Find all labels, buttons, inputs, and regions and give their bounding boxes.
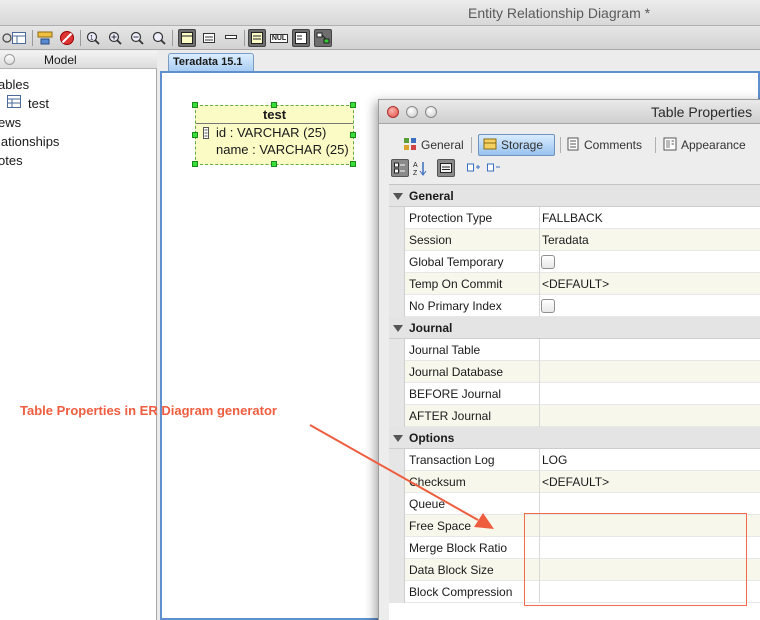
er-diagram-app: Entity Relationship Diagram * 1 NUL Mode… — [0, 0, 760, 620]
annotation-highlight-box — [524, 513, 747, 606]
